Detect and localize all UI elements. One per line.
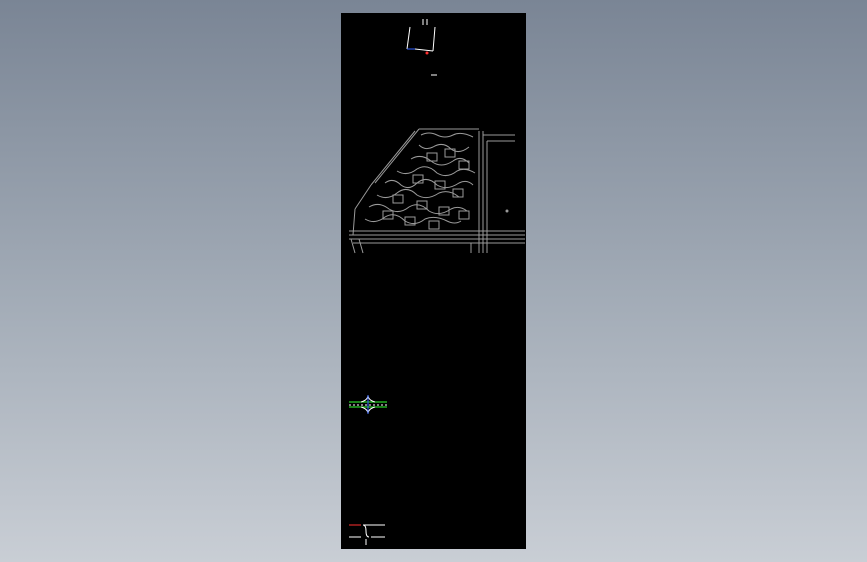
coordinate-axes-icon: [406, 19, 437, 76]
drawing-canvas[interactable]: [341, 13, 526, 549]
road-intersection-detail: [349, 394, 387, 415]
cad-viewport[interactable]: [0, 0, 867, 562]
drawing-sheet[interactable]: [341, 13, 526, 549]
corner-detail-symbol: [349, 524, 385, 545]
site-plan-drawing: [349, 128, 525, 254]
